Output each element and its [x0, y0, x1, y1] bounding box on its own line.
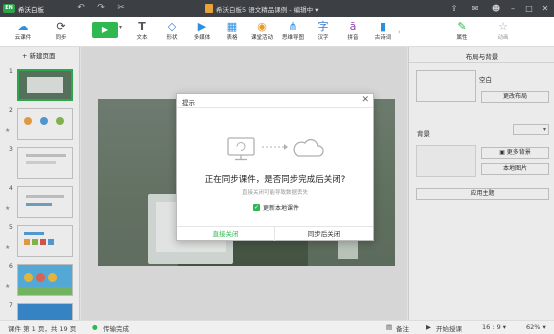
zoom-select[interactable]: 62% ▾	[526, 323, 546, 331]
tool-text[interactable]: T 文本	[129, 20, 155, 45]
properties-button[interactable]: ✎ 属性	[449, 20, 475, 45]
tool-shape-label: 形状	[166, 35, 178, 41]
play-icon: ▶	[426, 323, 431, 331]
tool-ancient-poetry-label: 古诗词	[374, 35, 392, 41]
properties-label: 属性	[456, 35, 468, 41]
tool-hanzi[interactable]: 字 汉字	[310, 20, 336, 45]
tool-mind-map[interactable]: ⋔ 思维导图	[280, 20, 306, 45]
mind-map-icon: ⋔	[288, 20, 298, 33]
checkbox-checked-icon[interactable]: ✓	[253, 204, 260, 211]
tool-table-label: 表格	[226, 35, 238, 41]
sync-illustration	[227, 137, 324, 161]
tool-ancient-poetry[interactable]: ▮ 古诗词	[370, 20, 396, 45]
tool-pinyin-label: 拼音	[347, 35, 359, 41]
cloud-label: 云课件	[14, 35, 32, 41]
redo-icon[interactable]: ↷	[94, 2, 108, 15]
notes-icon: ▤	[386, 323, 393, 331]
activity-icon: ◉	[257, 20, 267, 33]
start-lesson-button[interactable]: 开始授课	[436, 323, 462, 333]
maximize-icon[interactable]: □	[521, 2, 537, 15]
multimedia-icon: ▶	[197, 20, 207, 33]
dialog-header: 提示 ✕	[177, 94, 373, 108]
tool-mind-map-label: 思维导图	[281, 35, 304, 41]
animation-button[interactable]: ☆ 动画	[490, 20, 516, 45]
check-circle-icon: ●	[92, 323, 98, 331]
brush-icon: ✎	[457, 20, 467, 33]
page-info: 课件 第 1 页，共 19 页	[8, 325, 77, 333]
transfer-status: 传输完成	[103, 325, 129, 333]
dialog-message: 正在同步课件，是否同步完成后关闭?	[204, 175, 346, 185]
document-title[interactable]: 希沃白板5 语文精品课例 - 编辑中 ▾	[205, 3, 319, 14]
close-icon[interactable]: ✕	[361, 95, 369, 105]
pinyin-icon: ā	[349, 20, 357, 33]
table-icon: ▦	[226, 20, 238, 33]
start-presentation-button[interactable]: ▶	[92, 22, 118, 38]
title-bar: EN 希沃白板 ↶ ↷ ✂ 希沃白板5 语文精品课例 - 编辑中 ▾ ⇪ ✉ ☻…	[0, 0, 554, 17]
text-icon: T	[138, 20, 146, 33]
tool-hanzi-label: 汉字	[317, 35, 329, 41]
mail-icon[interactable]: ✉	[467, 2, 483, 15]
play-dropdown-icon[interactable]: ▾	[119, 24, 122, 31]
tool-pinyin[interactable]: ā 拼音	[340, 20, 366, 45]
aspect-ratio-select[interactable]: 16 : 9 ▾	[482, 323, 506, 331]
cloud-icon: ☁	[17, 20, 29, 33]
dialog-footer: 直接关闭 同步后关闭	[177, 226, 373, 241]
more-tools-icon[interactable]: ›	[398, 28, 401, 36]
sync-icon: ⟳	[56, 20, 66, 33]
play-icon: ▶	[101, 25, 109, 34]
sync-label: 同步	[55, 35, 67, 41]
dialog-warning: 直接关闭可能导致数据丢失	[241, 190, 308, 196]
tool-multimedia[interactable]: ▶ 多媒体	[189, 20, 215, 45]
minimize-icon[interactable]: –	[505, 2, 521, 15]
shape-icon: ◇	[167, 20, 177, 33]
app-logo-mark: EN	[3, 4, 15, 13]
dialog-title: 提示	[182, 99, 195, 107]
animation-label: 动画	[497, 35, 509, 41]
hanzi-icon: 字	[317, 20, 329, 33]
checkbox-label: 更新本地课件	[263, 205, 300, 212]
notes-button[interactable]: 备注	[396, 323, 409, 333]
tool-text-label: 文本	[136, 35, 148, 41]
update-local-checkbox[interactable]: ✓ 更新本地课件	[253, 203, 299, 212]
app-logo: EN 希沃白板	[3, 3, 44, 14]
star-icon: ☆	[498, 20, 508, 33]
sync-button[interactable]: ⟳ 同步	[48, 20, 74, 45]
app-name: 希沃白板	[18, 5, 44, 14]
sync-dialog: 提示 ✕ 正在同步课件，是否同步完成后关闭? 直接关闭可能导致数据丢失 ✓ 更新…	[176, 93, 374, 241]
status-bar: 课件 第 1 页，共 19 页 ● 传输完成 ▤ 备注 ▶ 开始授课 16 : …	[0, 320, 554, 334]
tool-shape[interactable]: ◇ 形状	[159, 20, 185, 45]
undo-icon[interactable]: ↶	[74, 2, 88, 15]
close-window-icon[interactable]: ✕	[537, 2, 553, 15]
poetry-icon: ▮	[379, 20, 387, 33]
tool-class-activity[interactable]: ◉ 课堂活动	[249, 20, 275, 45]
document-icon	[205, 4, 213, 13]
document-title-text: 希沃白板5 语文精品课例 - 编辑中 ▾	[216, 5, 319, 14]
tool-table[interactable]: ▦ 表格	[219, 20, 245, 45]
avatar[interactable]: ☻	[488, 2, 504, 15]
cloud-courseware-button[interactable]: ☁ 云课件	[8, 20, 38, 45]
main-toolbar: ☁ 云课件 ⟳ 同步 T 文本 ◇ 形状 ▶ 多媒体 ▦ 表格 ◉ 课堂活动 ⋔…	[0, 17, 554, 47]
tool-multimedia-label: 多媒体	[193, 35, 211, 41]
scissors-icon[interactable]: ✂	[114, 2, 128, 15]
close-now-button[interactable]: 直接关闭	[177, 227, 275, 241]
close-after-sync-button[interactable]: 同步后关闭	[275, 227, 373, 241]
tool-class-activity-label: 课堂活动	[250, 35, 273, 41]
share-icon[interactable]: ⇪	[446, 2, 462, 15]
